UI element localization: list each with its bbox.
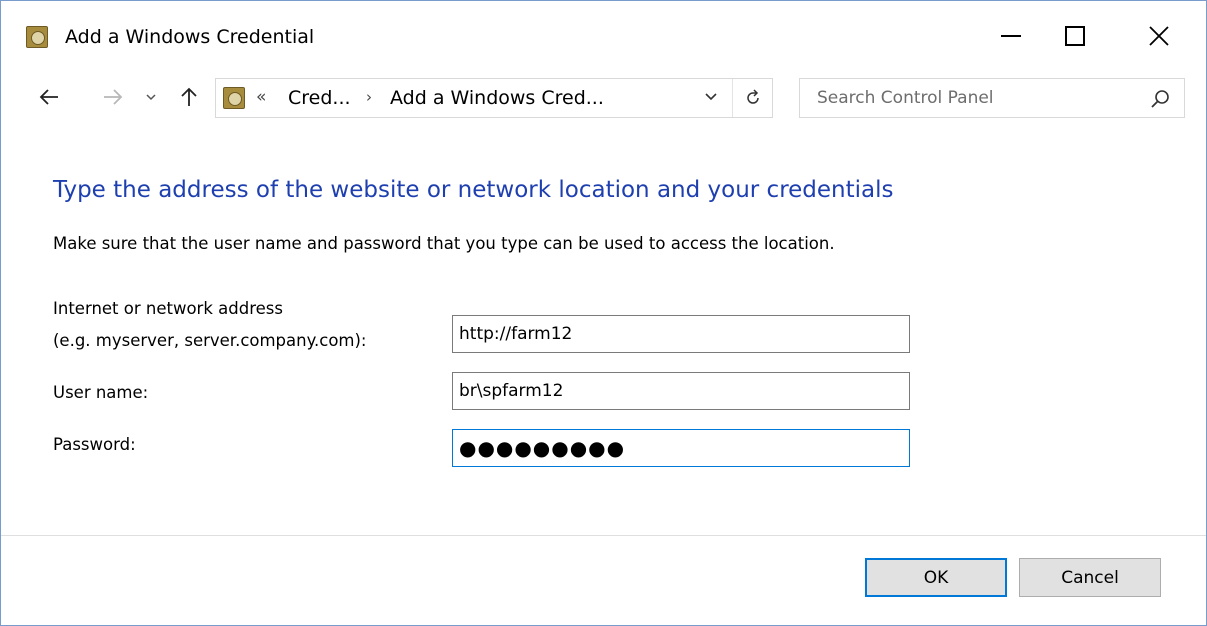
refresh-button[interactable] <box>732 79 772 117</box>
password-label: Password: <box>53 435 136 454</box>
credential-dialog-window: Add a Windows Credential « Cred... › Add… <box>0 0 1207 626</box>
address-hint-label: (e.g. myserver, server.company.com): <box>53 331 367 350</box>
close-button[interactable] <box>1129 11 1189 61</box>
page-heading: Type the address of the website or netwo… <box>53 177 894 203</box>
ok-button[interactable]: OK <box>865 558 1007 597</box>
breadcrumb-separator[interactable]: › <box>366 88 372 106</box>
navigation-bar: « Cred... › Add a Windows Cred... <box>1 71 1206 123</box>
password-input[interactable] <box>452 429 910 467</box>
maximize-button[interactable] <box>1045 11 1105 61</box>
address-label: Internet or network address <box>53 299 283 318</box>
window-title: Add a Windows Credential <box>65 26 315 48</box>
back-button[interactable] <box>29 77 69 117</box>
arrow-left-icon <box>39 89 58 105</box>
refresh-icon <box>746 89 759 104</box>
instruction-text: Make sure that the user name and passwor… <box>53 234 835 253</box>
title-bar[interactable]: Add a Windows Credential <box>1 1 1206 69</box>
up-button[interactable] <box>169 77 209 117</box>
search-box[interactable] <box>799 78 1185 118</box>
address-dropdown-button[interactable] <box>704 88 718 107</box>
search-icon[interactable] <box>1148 87 1172 111</box>
breadcrumb-add-credential[interactable]: Add a Windows Cred... <box>390 87 604 109</box>
user-name-label: User name: <box>53 383 149 402</box>
chevron-down-icon <box>146 94 156 101</box>
credential-manager-icon <box>26 26 48 48</box>
cancel-button[interactable]: Cancel <box>1019 558 1161 597</box>
chevron-down-icon <box>705 93 717 101</box>
minimize-icon <box>1001 35 1021 37</box>
search-input[interactable] <box>800 79 1140 117</box>
network-address-input[interactable] <box>452 315 910 353</box>
recent-locations-button[interactable] <box>141 77 161 117</box>
dialog-content: Type the address of the website or netwo… <box>1 123 1206 535</box>
maximize-icon <box>1065 26 1085 46</box>
dialog-footer: OK Cancel <box>1 536 1206 625</box>
arrow-right-icon <box>104 89 123 105</box>
forward-button[interactable] <box>93 77 133 117</box>
address-bar[interactable]: « Cred... › Add a Windows Cred... <box>215 78 773 118</box>
user-name-input[interactable] <box>452 372 910 410</box>
breadcrumb-overflow[interactable]: « <box>256 87 266 107</box>
arrow-up-icon <box>181 87 197 106</box>
close-icon <box>1149 26 1169 46</box>
breadcrumb-credential-manager[interactable]: Cred... <box>288 87 351 109</box>
credential-manager-icon <box>223 87 245 109</box>
minimize-button[interactable] <box>981 11 1041 61</box>
